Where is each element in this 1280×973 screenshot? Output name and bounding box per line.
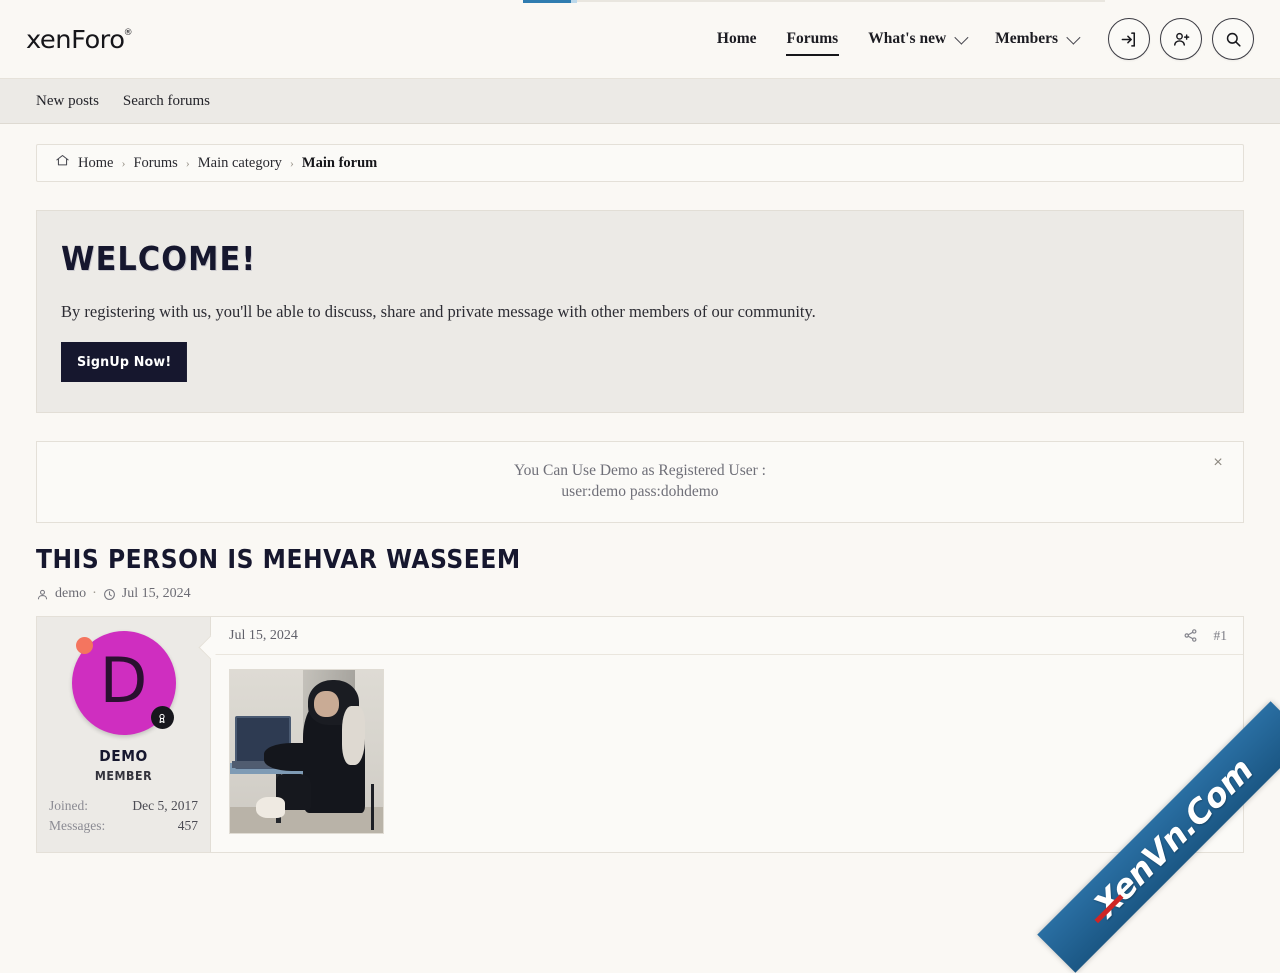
avatar[interactable]: D (71, 631, 176, 735)
breadcrumb: Home › Forums › Main category › Main for… (36, 144, 1244, 182)
thread-title: THIS PERSON IS MEHVAR WASSEEM (36, 545, 521, 575)
subnav-item-new-posts[interactable]: New posts (36, 93, 99, 110)
chevron-down-icon[interactable] (954, 30, 969, 45)
stat-label: Messages: (49, 818, 106, 834)
signup-button[interactable]: SignUp Now! (61, 342, 188, 382)
logo-text: xenForo (26, 24, 125, 54)
share-icon[interactable] (1183, 628, 1198, 643)
breadcrumb-separator: › (121, 155, 126, 170)
nav-item-whats-new[interactable]: What's new (853, 16, 980, 62)
clock-icon (103, 588, 116, 601)
home-icon[interactable] (55, 153, 70, 173)
breadcrumb-item-home[interactable]: Home (78, 155, 113, 172)
subnav-item-search-forums[interactable]: Search forums (123, 93, 210, 110)
breadcrumb-item-main-forum: Main forum (301, 154, 378, 171)
nav-item-label: Members (995, 30, 1058, 47)
user-badge-icon (150, 706, 174, 729)
demo-notice: You Can Use Demo as Registered User : us… (36, 441, 1244, 523)
nav-item-label: What's new (868, 30, 947, 47)
search-icon (1226, 32, 1241, 47)
stat-label: Joined: (49, 798, 88, 813)
notice-line-2: user:demo pass:dohdemo (561, 483, 719, 500)
site-header: xenForo ® Home Forums What's new Members (0, 0, 1280, 79)
post-attachment-image[interactable] (229, 669, 384, 834)
login-button[interactable] (1108, 18, 1150, 60)
logo-registered-mark: ® (123, 27, 133, 38)
post-container: D DEMO MEMBER Joined: Dec 5, 2017 Messag… (36, 616, 1244, 853)
notice-line-1: You Can Use Demo as Registered User : (514, 462, 766, 480)
post-author-column: D DEMO MEMBER Joined: Dec 5, 2017 Messag… (37, 617, 211, 852)
secondary-navigation: New posts Search forums (0, 79, 1280, 124)
user-icon (36, 588, 49, 601)
nav-item-label: Home (716, 30, 757, 47)
post-number[interactable]: #1 (1214, 628, 1228, 644)
user-plus-icon (1173, 32, 1189, 46)
avatar-initial: D (99, 644, 148, 717)
welcome-heading: WELCOME! (61, 239, 257, 278)
nav-item-label: Forums (786, 30, 839, 47)
welcome-description: By registering with us, you'll be able t… (61, 302, 816, 321)
online-status-indicator (75, 637, 93, 654)
active-tab-underline (785, 54, 840, 56)
meta-separator: · (92, 586, 97, 601)
welcome-block: WELCOME! By registering with us, you'll … (36, 210, 1244, 413)
breadcrumb-item-forums[interactable]: Forums (133, 155, 177, 172)
site-logo[interactable]: xenForo ® (26, 27, 133, 52)
post-body (211, 655, 1243, 852)
thread-date: Jul 15, 2024 (121, 586, 191, 601)
nav-item-members[interactable]: Members (980, 16, 1092, 62)
thread-header: THIS PERSON IS MEHVAR WASSEEM demo · Jul… (36, 545, 1244, 602)
post-date: Jul 15, 2024 (229, 627, 298, 643)
post-actions: #1 (1183, 628, 1228, 644)
stat-value: 457 (177, 818, 198, 834)
breadcrumb-separator: › (289, 155, 294, 170)
thread-author[interactable]: demo (55, 586, 86, 602)
post-author-title: MEMBER (94, 769, 153, 783)
notice-text: You Can Use Demo as Registered User : us… (514, 461, 766, 503)
post-content-column: Jul 15, 2024 #1 (198, 617, 1243, 852)
stat-value: Dec 5, 2017 (132, 798, 198, 813)
close-icon[interactable]: × (1207, 452, 1229, 474)
nav-item-home[interactable]: Home (702, 16, 772, 62)
sign-in-icon (1121, 31, 1135, 47)
header-actions (1108, 18, 1254, 60)
post-header: Jul 15, 2024 #1 (211, 617, 1243, 655)
breadcrumb-separator: › (185, 155, 190, 170)
primary-navigation: Home Forums What's new Members (702, 16, 1254, 62)
nav-item-forums[interactable]: Forums (772, 16, 854, 62)
post-author-name[interactable]: DEMO (53, 747, 194, 765)
chevron-down-icon[interactable] (1066, 30, 1081, 45)
stat-row-messages: Messages: 457 (49, 816, 198, 836)
register-button[interactable] (1160, 18, 1202, 60)
stat-row-joined: Joined: Dec 5, 2017 (49, 796, 198, 816)
page-content: Home › Forums › Main category › Main for… (0, 144, 1280, 853)
author-stats: Joined: Dec 5, 2017 Messages: 457 (47, 796, 200, 837)
thread-meta: demo · Jul 15, 2024 (36, 586, 1244, 602)
search-button[interactable] (1212, 18, 1254, 60)
breadcrumb-item-main-category[interactable]: Main category (198, 155, 282, 172)
